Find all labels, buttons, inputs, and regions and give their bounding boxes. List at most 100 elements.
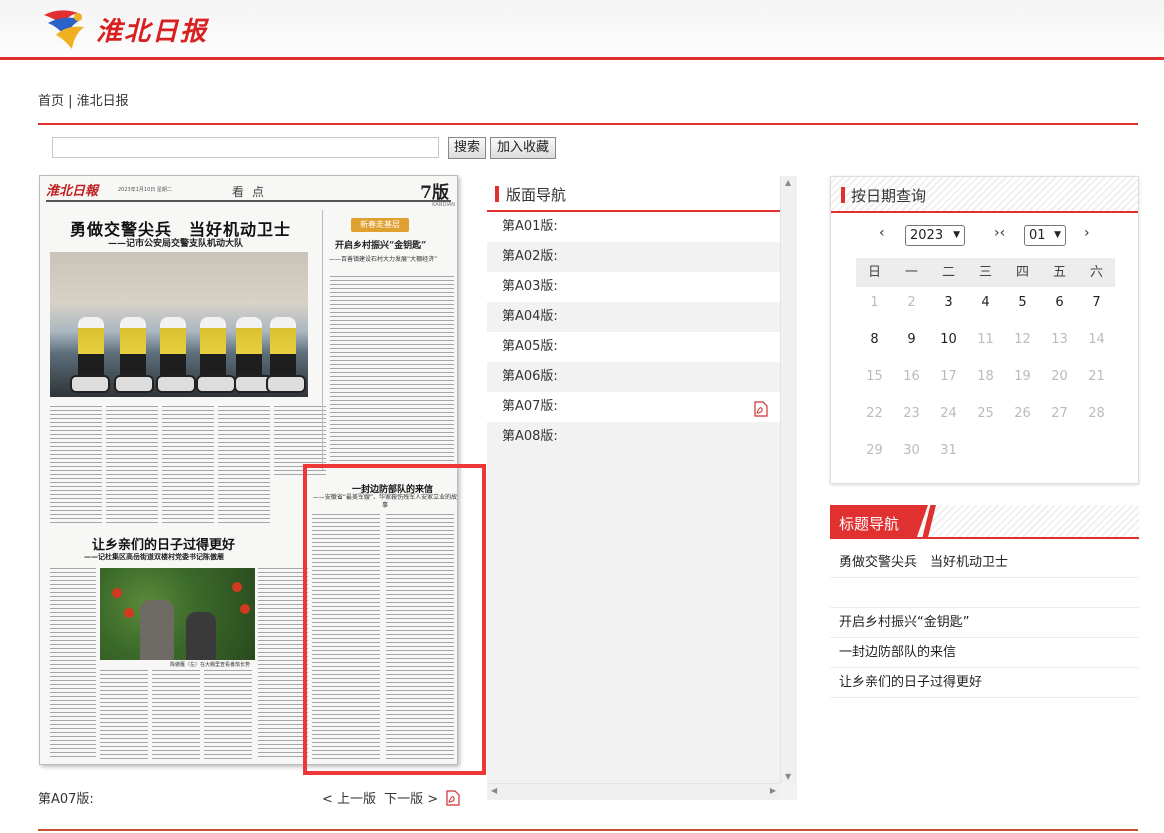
text-block (50, 568, 96, 758)
calendar-day-link[interactable]: 4 (967, 287, 1004, 324)
calendar-day: 21 (1088, 369, 1105, 384)
page-navigation-title: 版面导航 (506, 186, 567, 204)
add-favorite-button[interactable]: 加入收藏 (490, 137, 556, 159)
article-subheadline-villagers: ——记杜集区高岳街道双楼村党委书记陈傲雁 (84, 553, 224, 561)
text-block (162, 406, 214, 524)
page-nav-item[interactable]: 第A02版: (487, 242, 780, 272)
page-nav-item[interactable]: 第A05版: (487, 332, 780, 362)
page-nav-item[interactable]: 第A08版: (487, 422, 780, 452)
calendar-day: 23 (903, 406, 920, 421)
calendar-day: 20 (1051, 369, 1068, 384)
page-nav-item-label: 第A04版: (502, 309, 558, 324)
prev-year-button[interactable]: ‹ (879, 225, 885, 241)
month-select[interactable]: 01 ▼ (1024, 225, 1066, 246)
page-nav-item-label: 第A06版: (502, 369, 558, 384)
calendar-day: 15 (866, 369, 883, 384)
search-input[interactable] (52, 137, 439, 158)
title-nav-link[interactable]: 一封边防部队的来信 (830, 638, 1139, 668)
horizontal-scrollbar[interactable]: ◀ ▶ (487, 783, 780, 800)
calendar-day: 26 (1014, 406, 1031, 421)
calendar-day: 31 (940, 443, 957, 458)
next-page-link[interactable]: 下一版 > (384, 792, 438, 807)
calendar-day-link[interactable]: 9 (893, 324, 930, 361)
prev-page-link[interactable]: < 上一版 (322, 792, 376, 807)
date-query-title: 按日期查询 (851, 187, 927, 205)
paper-logo: 淮北日報 (46, 184, 99, 199)
paper-section: 看点 (232, 185, 273, 199)
page-nav-item-label: 第A02版: (502, 249, 558, 264)
paper-section-pinyin: KANDIAN (432, 202, 455, 208)
page-nav-item[interactable]: 第A07版: (487, 392, 780, 422)
date-query-panel: 按日期查询 ‹ 2023 ▼ ›‹ 01 ▼ › 日一二三四五六 123456789… (830, 176, 1139, 484)
search-button[interactable]: 搜索 (448, 137, 486, 159)
title-nav-link[interactable]: 开启乡村振兴“金钥匙” (830, 608, 1139, 638)
calendar-day-link[interactable]: 3 (930, 287, 967, 324)
page-nav-item[interactable]: 第A04版: (487, 302, 780, 332)
article-highlight-box[interactable] (303, 464, 486, 775)
paper-date: 2023年1月10日 星期二 (118, 187, 172, 193)
pdf-icon[interactable] (446, 790, 460, 806)
calendar-weekday: 二 (941, 265, 955, 280)
scroll-left-icon[interactable]: ◀ (491, 786, 497, 795)
calendar-day-link[interactable]: 7 (1078, 287, 1115, 324)
calendar-day: 24 (940, 406, 957, 421)
title-navigation-list: 勇做交警尖兵 当好机动卫士 开启乡村振兴“金钥匙” 一封边防部队的来信 让乡亲们的日子… (830, 548, 1139, 698)
page-nav-item[interactable]: 第A06版: (487, 362, 780, 392)
calendar-weekday-header: 日一二三四五六 (856, 258, 1115, 287)
page-nav-item-label: 第A01版: (502, 219, 558, 234)
feature-tag: 新春走基层 (351, 218, 409, 232)
calendar-week-row: 8 9 10 11 12 13 14 (856, 324, 1115, 361)
site-header: 淮北日报 (0, 0, 1164, 60)
greenhouse-photo (100, 568, 255, 660)
title-nav-link[interactable]: 让乡亲们的日子过得更好 (830, 668, 1139, 698)
title-navigation-title: 标题导航 (839, 515, 900, 533)
page-nav-item-label: 第A05版: (502, 339, 558, 354)
current-page-label: 第A07版: (38, 792, 94, 807)
scroll-right-icon[interactable]: ▶ (770, 786, 776, 795)
text-block (50, 406, 102, 524)
page-nav-item[interactable]: 第A01版: (487, 212, 780, 242)
scroll-up-icon[interactable]: ▲ (785, 178, 791, 187)
calendar-day: 22 (866, 406, 883, 421)
breadcrumb: 首页 | 淮北日报 (38, 90, 129, 109)
calendar-day-link[interactable]: 5 (1004, 287, 1041, 324)
header-divider (38, 123, 1138, 125)
year-select[interactable]: 2023 ▼ (905, 225, 965, 246)
pdf-icon[interactable] (754, 399, 768, 417)
calendar-weekday: 日 (867, 265, 881, 280)
calendar-day: 14 (1088, 332, 1105, 347)
vertical-scrollbar[interactable]: ▲ ▼ (780, 176, 797, 783)
calendar-day: 25 (977, 406, 994, 421)
article-headline-village: 开启乡村振兴“金钥匙” (335, 241, 427, 251)
calendar-day-link[interactable]: 6 (1041, 287, 1078, 324)
next-month-button[interactable]: › (1084, 225, 1090, 241)
logo-text: 淮北日报 (96, 16, 209, 47)
calendar-day-link[interactable]: 8 (856, 324, 893, 361)
calendar-weekday: 六 (1089, 265, 1103, 280)
chevron-down-icon: ▼ (953, 230, 960, 240)
site-logo[interactable]: 淮北日报 (38, 4, 208, 54)
calendar-day-link[interactable]: 10 (930, 324, 967, 361)
breadcrumb-home-link[interactable]: 首页 (38, 94, 64, 109)
calendar-week-row: 1 234567 (856, 287, 1115, 324)
calendar-day: 16 (903, 369, 920, 384)
title-nav-link[interactable]: 勇做交警尖兵 当好机动卫士 (830, 548, 1139, 578)
calendar-day: 29 (866, 443, 883, 458)
calendar-day: 12 (1014, 332, 1031, 347)
breadcrumb-current: 淮北日报 (76, 94, 129, 109)
scroll-down-icon[interactable]: ▼ (785, 772, 791, 781)
calendar-weekday: 三 (978, 265, 992, 280)
calendar-body: 1 2 3 4 5 6 7 8 9 10 11 12 13 14 15 16 17 18 19 20 21 22 23 24 2… (856, 287, 1115, 472)
text-block (330, 276, 454, 466)
text-block (258, 568, 308, 760)
page-nav-item[interactable]: 第A03版: (487, 272, 780, 302)
prev-month-button[interactable]: ›‹ (994, 225, 1005, 241)
footer-divider (38, 829, 1138, 831)
calendar-day: 30 (903, 443, 920, 458)
calendar-day: 17 (940, 369, 957, 384)
paper-masthead: 淮北日報 2023年1月10日 星期二 看点 7版 (46, 180, 451, 203)
title-navigation-header: 标题导航 (830, 505, 1139, 539)
chevron-down-icon: ▼ (1054, 230, 1061, 240)
article-headline-villagers[interactable]: 让乡亲们的日子过得更好 (92, 534, 235, 553)
calendar-day: 28 (1088, 406, 1105, 421)
